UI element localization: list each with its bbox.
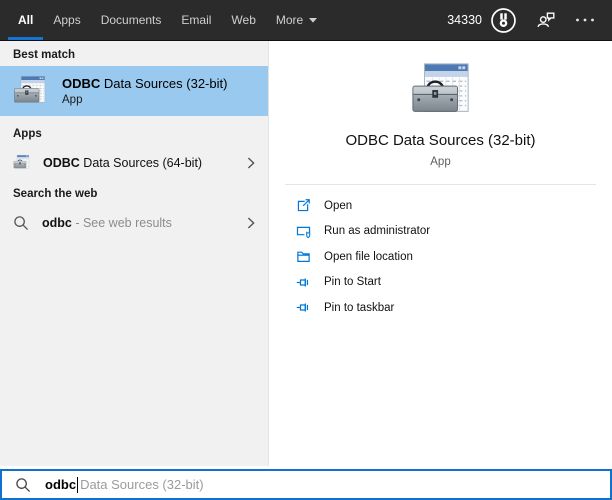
chevron-down-icon xyxy=(309,18,317,23)
best-match-title-bold: ODBC xyxy=(62,76,100,91)
tab-more[interactable]: More xyxy=(266,0,327,40)
tab-all-label: All xyxy=(18,13,33,27)
result-best-match-odbc-32bit[interactable]: ODBC Data Sources (32-bit) App xyxy=(0,66,268,116)
action-pin-to-start-label: Pin to Start xyxy=(324,276,381,288)
result-title-rest: Data Sources (64-bit) xyxy=(80,156,202,170)
search-filter-bar: All Apps Documents Email Web More 34330 xyxy=(0,0,612,41)
filter-tabs: All Apps Documents Email Web More xyxy=(0,0,327,40)
web-result-text: odbc - See web results xyxy=(42,216,172,230)
action-open-file-location-label: Open file location xyxy=(324,251,413,263)
search-results-area: Best match ODBC Data Sources (32-bit) Ap… xyxy=(0,41,612,466)
tab-documents-label: Documents xyxy=(101,13,162,27)
search-inline-suggestion: Data Sources (32-bit) xyxy=(80,477,204,492)
text-cursor xyxy=(77,477,78,493)
feedback-button[interactable] xyxy=(535,9,557,31)
tab-apps-label: Apps xyxy=(53,13,80,27)
topbar-right-cluster: 34330 xyxy=(447,0,612,40)
pin-icon xyxy=(296,275,311,290)
chevron-right-icon[interactable] xyxy=(247,157,255,169)
web-query: odbc xyxy=(42,216,72,230)
tab-apps[interactable]: Apps xyxy=(43,0,90,40)
action-pin-to-start[interactable]: Pin to Start xyxy=(269,270,612,296)
best-match-title-rest: Data Sources (32-bit) xyxy=(100,76,227,91)
search-icon xyxy=(13,215,29,231)
action-open-label: Open xyxy=(324,200,352,212)
preview-divider xyxy=(285,184,596,185)
search-input[interactable]: odbc Data Sources (32-bit) xyxy=(0,469,612,500)
chevron-right-icon[interactable] xyxy=(247,217,255,229)
web-see-results-label: - See web results xyxy=(72,216,172,230)
preview-app-type: App xyxy=(430,156,450,168)
rewards-points-count: 34330 xyxy=(447,13,482,27)
pin-icon xyxy=(296,300,311,315)
app-actions-list: Open Run as administrator Open file loca… xyxy=(269,193,612,321)
best-match-texts: ODBC Data Sources (32-bit) App xyxy=(62,76,227,106)
open-file-location-icon xyxy=(296,249,311,264)
result-odbc-64bit-title: ODBC Data Sources (64-bit) xyxy=(43,156,202,170)
result-odbc-64bit[interactable]: ODBC Data Sources (64-bit) xyxy=(0,149,268,176)
medal-icon xyxy=(490,7,517,34)
odbc-toolbox-icon-small xyxy=(13,154,30,171)
tab-all[interactable]: All xyxy=(8,0,43,40)
action-run-as-admin-label: Run as administrator xyxy=(324,225,430,237)
person-chat-icon xyxy=(535,9,557,31)
more-options-button[interactable] xyxy=(573,8,597,32)
tab-email-label: Email xyxy=(181,13,211,27)
rewards-button[interactable]: 34330 xyxy=(447,7,517,34)
ellipsis-icon xyxy=(573,8,597,32)
action-run-as-administrator[interactable]: Run as administrator xyxy=(269,219,612,245)
action-open-file-location[interactable]: Open file location xyxy=(269,244,612,270)
tab-more-label: More xyxy=(276,13,303,27)
action-pin-to-taskbar-label: Pin to taskbar xyxy=(324,302,394,314)
search-query-text: odbc xyxy=(45,477,76,492)
search-web-section-header: Search the web xyxy=(0,176,268,203)
tab-web[interactable]: Web xyxy=(221,0,265,40)
run-as-admin-shield-icon xyxy=(296,224,311,239)
tab-documents[interactable]: Documents xyxy=(91,0,172,40)
tab-web-label: Web xyxy=(231,13,255,27)
best-match-title: ODBC Data Sources (32-bit) xyxy=(62,76,227,91)
search-icon xyxy=(15,477,31,493)
odbc-toolbox-icon-large xyxy=(410,60,472,122)
result-title-bold: ODBC xyxy=(43,156,80,170)
odbc-toolbox-icon xyxy=(13,74,47,108)
action-open[interactable]: Open xyxy=(269,193,612,219)
best-match-header: Best match xyxy=(0,41,268,64)
open-icon xyxy=(296,198,311,213)
result-web-search-odbc[interactable]: odbc - See web results xyxy=(0,209,268,236)
action-pin-to-taskbar[interactable]: Pin to taskbar xyxy=(269,295,612,321)
results-list-panel: Best match ODBC Data Sources (32-bit) Ap… xyxy=(0,41,269,466)
preview-app-title: ODBC Data Sources (32-bit) xyxy=(345,132,535,149)
windows-search-flyout: { "topbar": { "tabs": ["All", "Apps", "D… xyxy=(0,0,612,500)
best-match-subtitle: App xyxy=(62,94,227,106)
apps-section-header: Apps xyxy=(0,116,268,143)
preview-panel: ODBC Data Sources (32-bit) App Open Run … xyxy=(269,41,612,466)
tab-email[interactable]: Email xyxy=(171,0,221,40)
